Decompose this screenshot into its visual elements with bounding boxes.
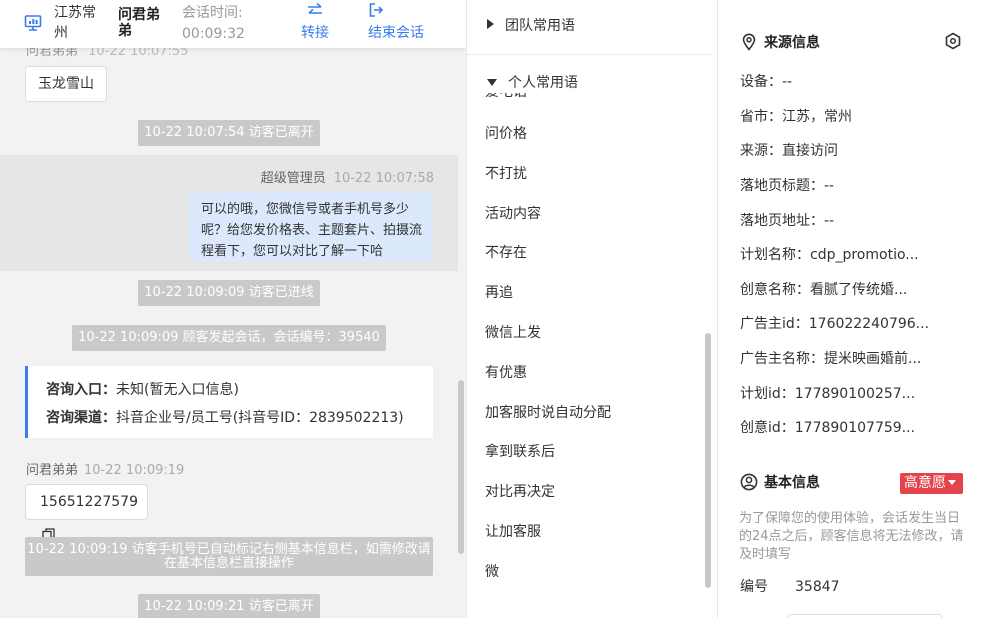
source-info-label: 来源信息 <box>764 35 820 51</box>
phrase-item[interactable]: 微信上发 <box>485 323 611 363</box>
source-info-field: 落地页标题：-- <box>740 178 835 194</box>
phrase-item[interactable]: 问价格 <box>485 124 611 164</box>
transfer-label: 转接 <box>301 25 329 41</box>
dropdown-caret-icon <box>948 480 956 485</box>
consult-channel-label: 咨询渠道： <box>46 410 116 426</box>
phrases-scrollbar[interactable] <box>705 333 711 588</box>
visitor-info-pane: 来源信息 设备：-- 省市：江苏，常州 来源：直接访问 落地页标题：-- 落地页地址：-… <box>718 0 982 618</box>
source-info-field: 设备：-- <box>740 74 793 90</box>
caret-down-icon <box>487 79 497 86</box>
source-info-title: 来源信息 <box>740 33 820 53</box>
visitor-location: 江苏常州 <box>54 5 96 41</box>
source-info-field: 计划名称：cdp_promotio... <box>740 247 919 263</box>
phrase-item[interactable]: 让加客服 <box>485 522 611 562</box>
exit-icon <box>368 2 384 22</box>
source-info-field: 落地页地址：-- <box>740 213 835 229</box>
system-message-session-started: 10-22 10:09:09 顾客发起会话，会话编号：39540 <box>72 325 386 351</box>
chat-header: 江苏常州 问君弟弟 会话时间: 00:09:32 转接 结束会话 <box>0 0 466 48</box>
consult-entry-value: 未知(暂无入口信息) <box>116 382 239 398</box>
transfer-button[interactable]: 转接 <box>298 2 332 44</box>
visitor-message-bubble: 玉龙雪山 <box>25 66 107 102</box>
agent-message-row: 超级管理员 10-22 10:07:58 可以的哦，您微信号或者手机号多少呢？给您… <box>0 155 458 271</box>
system-message-visitor-left: 10-22 10:07:54 访客已离开 <box>138 120 320 146</box>
agent-message-meta: 超级管理员 10-22 10:07:58 <box>261 167 434 186</box>
phrase-item[interactable]: 有优惠 <box>485 363 611 403</box>
chat-pane: 江苏常州 问君弟弟 会话时间: 00:09:32 转接 结束会话 问君弟弟 10… <box>0 0 466 618</box>
transfer-icon <box>298 2 332 22</box>
phrase-item[interactable]: 活动内容 <box>485 204 611 244</box>
session-time-label: 会话时间: <box>182 5 243 21</box>
system-message-visitor-left-2: 10-22 10:09:21 访客已离开 <box>138 594 320 618</box>
source-info-field: 省市：江苏，常州 <box>740 109 852 125</box>
user-circle-icon <box>740 473 758 491</box>
customer-number-label: 编号 <box>740 579 768 595</box>
phrase-item[interactable]: 对比再决定 <box>485 482 611 522</box>
source-info-field: 广告主名称：提米映画婚前... <box>740 351 922 367</box>
consult-info-card: 咨询入口：未知(暂无入口信息) 咨询渠道：抖音企业号/员工号(抖音号ID：283… <box>25 366 433 438</box>
phrase-item[interactable]: 不存在 <box>485 243 611 283</box>
team-phrases-label: 团队常用语 <box>505 18 575 34</box>
end-session-button[interactable]: 结束会话 <box>368 2 430 44</box>
basic-info-label: 基本信息 <box>764 475 820 491</box>
agent-name: 超级管理员 <box>260 171 326 186</box>
next-field-input[interactable] <box>788 614 942 618</box>
message-sender: 问君弟弟 10-22 10:09:19 <box>26 459 184 478</box>
quick-phrases-pane: 团队常用语 爱电话 个人常用语 问价格 不打扰 活动内容 不存在 再追 微信上发 有优惠 加客… <box>466 0 718 618</box>
group-divider <box>467 54 711 55</box>
agent-message-bubble: 可以的哦，您微信号或者手机号多少呢？给您发价格表、主题套片、拍摄流程看下，您可以… <box>189 192 433 262</box>
source-info-field: 来源：直接访问 <box>740 143 838 159</box>
edit-deadline-notice: 为了保障您的使用体验，会话发生当日的24点之后，顾客信息将无法修改，请及时填写 <box>739 511 964 562</box>
chat-scrollbar[interactable] <box>458 380 464 554</box>
sender-time: 10-22 10:09:19 <box>84 463 185 478</box>
source-info-field: 计划id：177890100257... <box>740 386 916 402</box>
basic-info-title: 基本信息 <box>740 473 820 493</box>
consult-entry-label: 咨询入口： <box>46 382 116 398</box>
agent-time: 10-22 10:07:58 <box>333 171 434 186</box>
phrase-item[interactable]: 不打扰 <box>485 164 611 204</box>
source-info-field: 创意id：177890107759... <box>740 420 916 436</box>
caret-right-icon <box>487 19 494 29</box>
sender-name: 问君弟弟 <box>26 463 79 478</box>
intent-level-label: 高意愿 <box>904 475 946 491</box>
phrase-item[interactable]: 拿到联系后 <box>485 442 611 482</box>
system-message-phone-marked: 10-22 10:09:19 访客手机号已自动标记右侧基本信息栏，如需修改请在基… <box>25 537 433 576</box>
settings-hexagon-icon[interactable] <box>944 32 962 50</box>
team-phrases-group[interactable]: 团队常用语 <box>487 16 575 36</box>
phrase-item[interactable]: 再追 <box>485 283 611 323</box>
location-pin-icon <box>742 33 756 51</box>
session-time-value: 00:09:32 <box>182 26 245 42</box>
consult-entry-row: 咨询入口：未知(暂无入口信息) <box>46 376 433 404</box>
phrase-item[interactable]: 微 <box>485 562 611 602</box>
system-message-visitor-entered: 10-22 10:09:09 访客已进线 <box>138 280 320 306</box>
customer-number-value: 35847 <box>795 579 840 595</box>
phrase-list: 问价格 不打扰 活动内容 不存在 再追 微信上发 有优惠 加客服时说自动分配 拿到联系后 对比再决… <box>485 124 611 602</box>
consult-channel-row: 咨询渠道：抖音企业号/员工号(抖音号ID：2839502213) <box>46 404 433 432</box>
personal-phrases-group[interactable]: 个人常用语 <box>487 73 598 93</box>
end-session-label: 结束会话 <box>368 25 424 41</box>
source-info-field: 创意名称：看腻了传统婚... <box>740 282 908 298</box>
app-window: 江苏常州 问君弟弟 会话时间: 00:09:32 转接 结束会话 问君弟弟 10… <box>0 0 982 618</box>
monitor-icon <box>24 15 42 31</box>
phone-number-text: 15651227579 <box>40 494 138 510</box>
phone-message-bubble: 15651227579 <box>25 484 148 541</box>
personal-phrases-label: 个人常用语 <box>508 75 578 91</box>
phrase-item[interactable]: 加客服时说自动分配 <box>485 403 611 443</box>
visitor-name: 问君弟弟 <box>118 7 160 39</box>
consult-channel-value: 抖音企业号/员工号(抖音号ID：2839502213) <box>116 410 404 426</box>
intent-level-dropdown[interactable]: 高意愿 <box>900 473 963 494</box>
source-info-field: 广告主id：176022240796... <box>740 316 930 332</box>
